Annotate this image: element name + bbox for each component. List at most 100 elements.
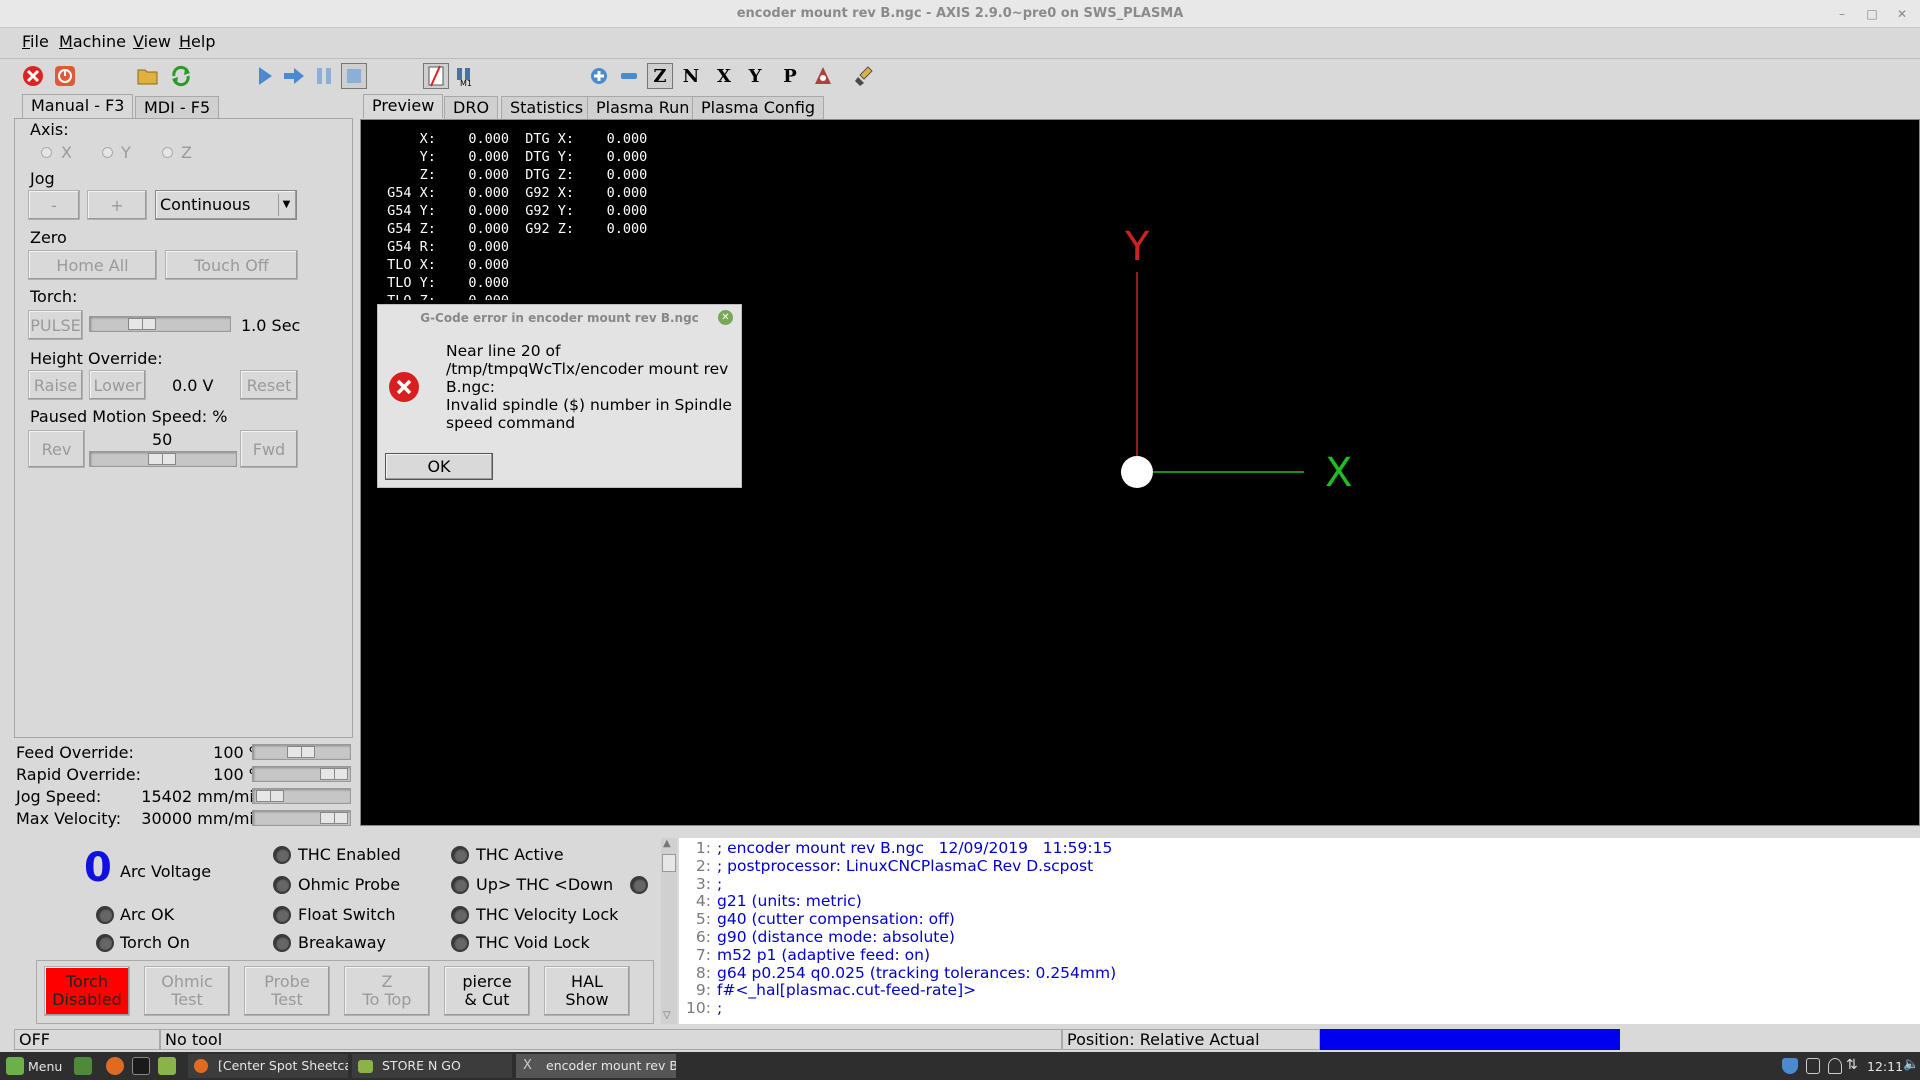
z-to-top-button[interactable]: Z To Top (344, 966, 430, 1016)
task-firefox[interactable]: [Center Spot Sheetca... (188, 1054, 348, 1078)
menu-view[interactable]: View (133, 32, 171, 51)
tab-dro[interactable]: DRO (444, 96, 499, 120)
paused-speed-slider[interactable] (89, 451, 237, 467)
view-x-icon[interactable]: X (711, 63, 737, 89)
stop-icon[interactable] (341, 63, 367, 89)
axis-z-radio[interactable] (162, 147, 173, 158)
tab-statistics[interactable]: Statistics (501, 96, 593, 120)
mint-menu-icon[interactable] (6, 1057, 24, 1075)
slider-knob[interactable] (320, 768, 348, 780)
touch-off-button[interactable]: Touch Off (165, 250, 298, 280)
taskbar-menu[interactable]: Menu (28, 1059, 62, 1074)
volume-icon[interactable]: 🔈 (1903, 1057, 1919, 1072)
gcode-line[interactable]: 2: ; postprocessor: LinuxCNCPlasmaC Rev D… (679, 857, 1920, 876)
slider-knob[interactable] (320, 812, 348, 824)
gcode-line[interactable]: 7: m52 p1 (adaptive feed: on) (679, 946, 1920, 965)
ohmic-test-button[interactable]: Ohmic Test (144, 966, 230, 1016)
pulse-button[interactable]: PULSE (28, 310, 83, 340)
shield-icon[interactable] (1782, 1058, 1798, 1074)
gcode-line[interactable]: 5: g40 (cutter compensation: off) (679, 910, 1920, 929)
slider-knob[interactable] (256, 790, 285, 802)
zoom-in-icon[interactable] (586, 63, 612, 89)
estop-icon[interactable] (20, 63, 46, 89)
maximize-button[interactable]: □ (1862, 4, 1882, 24)
gcode-line[interactable]: 6: g90 (distance mode: absolute) (679, 928, 1920, 947)
torch-disabled-button[interactable]: Torch Disabled (44, 966, 130, 1016)
gcode-line[interactable]: 4: g21 (units: metric) (679, 892, 1920, 911)
rotate-view-icon[interactable] (810, 63, 836, 89)
gcode-line[interactable]: 9: f#<_hal[plasmac.cut-feed-rate]> (679, 981, 1920, 1000)
ohmic-probe-label: Ohmic Probe (298, 875, 401, 894)
jog-plus-button[interactable]: + (87, 190, 147, 220)
max-velocity-slider[interactable] (252, 810, 351, 826)
view-p-icon[interactable]: P (777, 63, 803, 89)
task-store-n-go[interactable]: STORE N GO (352, 1054, 512, 1078)
feed-override-slider[interactable] (252, 744, 351, 760)
menu-help[interactable]: Help (179, 32, 215, 51)
zoom-out-icon[interactable] (616, 63, 642, 89)
clipboard-icon[interactable] (1806, 1058, 1820, 1074)
axis-y-radio[interactable] (102, 147, 113, 158)
tab-plasma-config[interactable]: Plasma Config (692, 96, 825, 120)
pierce-cut-button[interactable]: pierce & Cut (444, 966, 530, 1016)
show-desktop-icon[interactable] (74, 1057, 92, 1075)
fwd-button[interactable]: Fwd (240, 430, 298, 468)
scroll-down-icon[interactable]: ▽ (663, 1010, 671, 1021)
terminal-icon[interactable] (132, 1057, 150, 1075)
pause-icon[interactable] (311, 63, 337, 89)
jog-minus-button[interactable]: - (28, 190, 80, 220)
axis-x-radio[interactable] (41, 147, 52, 158)
slider-knob[interactable] (286, 746, 315, 758)
network-icon[interactable]: ⇅ (1846, 1057, 1858, 1073)
gcode-line[interactable]: 3:; (679, 875, 1920, 894)
gcode-scrollbar[interactable]: ▲ ▽ (661, 838, 677, 1024)
menu-machine[interactable]: Machine (59, 32, 126, 51)
probe-test-button[interactable]: Probe Test (244, 966, 330, 1016)
view-z2-icon[interactable]: N (678, 63, 704, 89)
rapid-override-slider[interactable] (252, 766, 351, 782)
ok-button[interactable]: OK (385, 453, 493, 480)
files-icon[interactable] (158, 1057, 176, 1075)
home-all-button[interactable]: Home All (28, 250, 157, 280)
raise-button[interactable]: Raise (28, 370, 83, 400)
power-icon[interactable] (52, 63, 78, 89)
tab-mdi[interactable]: MDI - F5 (135, 96, 220, 120)
view-y-icon[interactable]: Y (742, 63, 768, 89)
view-z-icon[interactable]: Z (647, 63, 673, 89)
block-delete-icon[interactable] (423, 63, 449, 89)
scrollbar-thumb[interactable] (662, 854, 676, 872)
menu-file[interactable]: File (22, 32, 49, 51)
tab-plasma-run[interactable]: Plasma Run (587, 96, 699, 120)
jog-speed-slider[interactable] (252, 788, 351, 804)
tab-manual[interactable]: Manual - F3 (22, 94, 134, 118)
user-icon[interactable] (1828, 1058, 1842, 1074)
slider-knob[interactable] (148, 453, 176, 465)
lower-button[interactable]: Lower (89, 370, 146, 400)
toolbar: M1 Z N X Y P (0, 58, 1920, 92)
close-window-button[interactable]: ✕ (1892, 4, 1912, 24)
dialog-close-icon[interactable]: ✕ (718, 310, 733, 325)
open-file-icon[interactable] (135, 63, 161, 89)
step-icon[interactable] (281, 63, 307, 89)
jog-mode-select[interactable]: Continuous ▼ (155, 190, 297, 220)
hal-show-button[interactable]: HAL Show (544, 966, 630, 1016)
pulse-time-slider[interactable] (89, 316, 231, 332)
gcode-line[interactable]: 1: ; encoder mount rev B.ngc 12/09/2019 1… (679, 839, 1920, 858)
rev-button[interactable]: Rev (28, 430, 85, 468)
gcode-line[interactable]: 10:; (679, 999, 1920, 1018)
scroll-up-icon[interactable]: ▲ (663, 838, 671, 849)
reset-button[interactable]: Reset (240, 370, 298, 400)
arc-ok-label: Arc OK (120, 905, 175, 924)
minimize-button[interactable]: – (1832, 4, 1852, 24)
reload-icon[interactable] (168, 63, 194, 89)
tab-preview[interactable]: Preview (363, 94, 444, 118)
slider-knob[interactable] (128, 318, 156, 330)
paused-speed-value: 50 (152, 430, 173, 449)
gcode-listing[interactable]: 1: ; encoder mount rev B.ngc 12/09/2019 1… (679, 838, 1920, 1024)
gcode-line[interactable]: 8: g64 p0.254 q0.025 (tracking tolerances… (679, 964, 1920, 983)
task-axis[interactable]: encoder mount rev B... (516, 1054, 676, 1078)
firefox-icon[interactable] (106, 1057, 124, 1075)
run-icon[interactable] (252, 63, 278, 89)
optional-stop-icon[interactable]: M1 (453, 63, 479, 89)
clear-plot-icon[interactable] (852, 63, 878, 89)
